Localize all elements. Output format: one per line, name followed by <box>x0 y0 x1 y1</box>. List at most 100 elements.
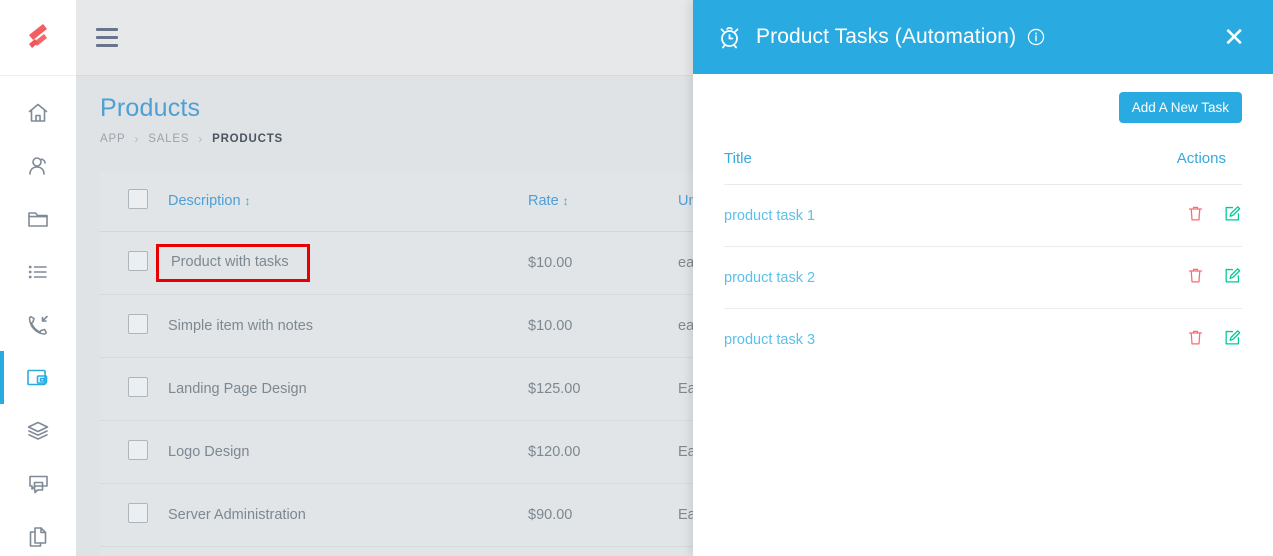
chat-icon <box>29 475 48 493</box>
home-icon <box>28 103 48 122</box>
task-title-link[interactable]: product task 3 <box>724 332 815 348</box>
cell-description[interactable]: Simple item with notes <box>168 294 528 358</box>
product-tasks-panel: Product Tasks (Automation) ✕ Add A New T… <box>693 0 1273 556</box>
documents-icon <box>29 526 47 547</box>
task-title-link[interactable]: product task 2 <box>724 270 815 286</box>
cell-description[interactable]: Logo Design <box>168 420 528 484</box>
sidebar-nav <box>0 76 76 556</box>
cell-rate: $120.00 <box>528 420 678 484</box>
phone-incoming-icon <box>28 315 48 335</box>
task-row: product task 1 <box>724 184 1242 247</box>
edit-icon[interactable] <box>1223 328 1242 351</box>
active-indicator <box>0 510 4 556</box>
cell-task-actions <box>983 246 1242 309</box>
primary-sidebar <box>0 0 76 556</box>
hamburger-icon[interactable] <box>86 17 128 59</box>
cell-rate: $125.00 <box>528 357 678 421</box>
cell-description[interactable]: Server Administration <box>168 483 528 547</box>
cell-rate: $10.00 <box>528 294 678 358</box>
row-select-cell <box>100 357 168 421</box>
active-indicator <box>0 86 4 139</box>
cell-rate: $90.00 <box>528 483 678 547</box>
cell-rate: $10.00 <box>528 231 678 295</box>
sidebar-item-home[interactable] <box>0 86 76 139</box>
edit-icon[interactable] <box>1223 204 1242 227</box>
layers-icon <box>27 421 49 440</box>
column-header-description[interactable]: Description ↕ <box>168 171 528 232</box>
row-checkbox[interactable] <box>128 440 148 460</box>
app-logo-icon <box>29 23 47 48</box>
wallet-icon <box>27 369 48 385</box>
row-checkbox[interactable] <box>128 377 148 397</box>
select-all-checkbox[interactable] <box>128 189 148 209</box>
row-checkbox[interactable] <box>128 314 148 334</box>
column-label-description: Description <box>168 193 241 209</box>
info-icon[interactable] <box>1027 28 1045 46</box>
active-indicator <box>0 192 4 245</box>
highlighted-product-name: Product with tasks <box>156 244 310 282</box>
task-row: product task 3 <box>724 309 1242 371</box>
breadcrumb-item-products: PRODUCTS <box>212 133 284 145</box>
active-indicator <box>0 457 4 510</box>
sidebar-item-messages[interactable] <box>0 457 76 510</box>
row-checkbox[interactable] <box>128 503 148 523</box>
tasks-table: Title Actions product task 1 product task… <box>724 150 1242 370</box>
panel-header: Product Tasks (Automation) ✕ <box>693 0 1273 74</box>
active-indicator <box>0 139 4 192</box>
tasks-header-row: Title Actions <box>724 150 1242 185</box>
hamburger-bar <box>96 28 118 31</box>
breadcrumb-item-app[interactable]: APP <box>100 133 125 145</box>
trash-icon[interactable] <box>1186 266 1205 289</box>
cell-task-title: product task 2 <box>724 246 983 309</box>
app-logo[interactable] <box>0 0 76 76</box>
panel-toolbar: Add A New Task <box>724 92 1242 123</box>
column-label-rate: Rate <box>528 193 559 209</box>
sidebar-item-users[interactable] <box>0 139 76 192</box>
breadcrumb-separator-icon: › <box>198 132 204 146</box>
trash-icon[interactable] <box>1186 204 1205 227</box>
product-name: Landing Page Design <box>168 381 307 397</box>
cell-task-title: product task 1 <box>724 184 983 247</box>
product-name: Server Administration <box>168 507 306 523</box>
cell-task-title: product task 3 <box>724 309 983 371</box>
add-new-task-button[interactable]: Add A New Task <box>1118 92 1242 123</box>
sidebar-item-calls[interactable] <box>0 298 76 351</box>
sidebar-item-sales[interactable] <box>0 351 76 404</box>
row-select-cell <box>100 420 168 484</box>
active-indicator <box>0 245 4 298</box>
tasks-table-head: Title Actions <box>724 150 1242 185</box>
sidebar-item-projects[interactable] <box>0 192 76 245</box>
sidebar-item-documents[interactable] <box>0 510 76 556</box>
hamburger-bar <box>96 44 118 47</box>
cell-description[interactable]: Content Creation - 1000 Words <box>168 546 528 556</box>
app-root: Products APP › SALES › PRODUCTS Descript <box>0 0 1273 556</box>
user-icon <box>29 156 46 175</box>
hamburger-bar <box>96 36 118 39</box>
edit-icon[interactable] <box>1223 266 1242 289</box>
task-title-link[interactable]: product task 1 <box>724 208 815 224</box>
cell-description[interactable]: Landing Page Design <box>168 357 528 421</box>
sidebar-item-tasks[interactable] <box>0 245 76 298</box>
sidebar-item-inventory[interactable] <box>0 404 76 457</box>
product-name: Logo Design <box>168 444 250 460</box>
product-name: Simple item with notes <box>168 318 314 334</box>
alarm-clock-icon <box>717 25 742 50</box>
cell-description[interactable]: Product with tasks <box>156 231 528 295</box>
row-select-cell <box>100 483 168 547</box>
sort-icon[interactable]: ↕ <box>563 194 569 208</box>
task-row: product task 2 <box>724 246 1242 309</box>
column-header-rate[interactable]: Rate ↕ <box>528 171 678 232</box>
row-checkbox[interactable] <box>128 251 148 271</box>
active-indicator <box>0 404 4 457</box>
row-select-cell <box>100 546 168 556</box>
close-icon[interactable]: ✕ <box>1217 20 1251 54</box>
active-indicator <box>0 298 4 351</box>
panel-body: Add A New Task Title Actions product tas… <box>693 74 1273 556</box>
sort-icon[interactable]: ↕ <box>245 194 251 208</box>
cell-task-actions <box>983 309 1242 371</box>
column-header-title: Title <box>724 150 983 185</box>
cell-task-actions <box>983 184 1242 247</box>
panel-title: Product Tasks (Automation) <box>756 25 1017 48</box>
trash-icon[interactable] <box>1186 328 1205 351</box>
breadcrumb-item-sales[interactable]: SALES <box>148 133 189 145</box>
